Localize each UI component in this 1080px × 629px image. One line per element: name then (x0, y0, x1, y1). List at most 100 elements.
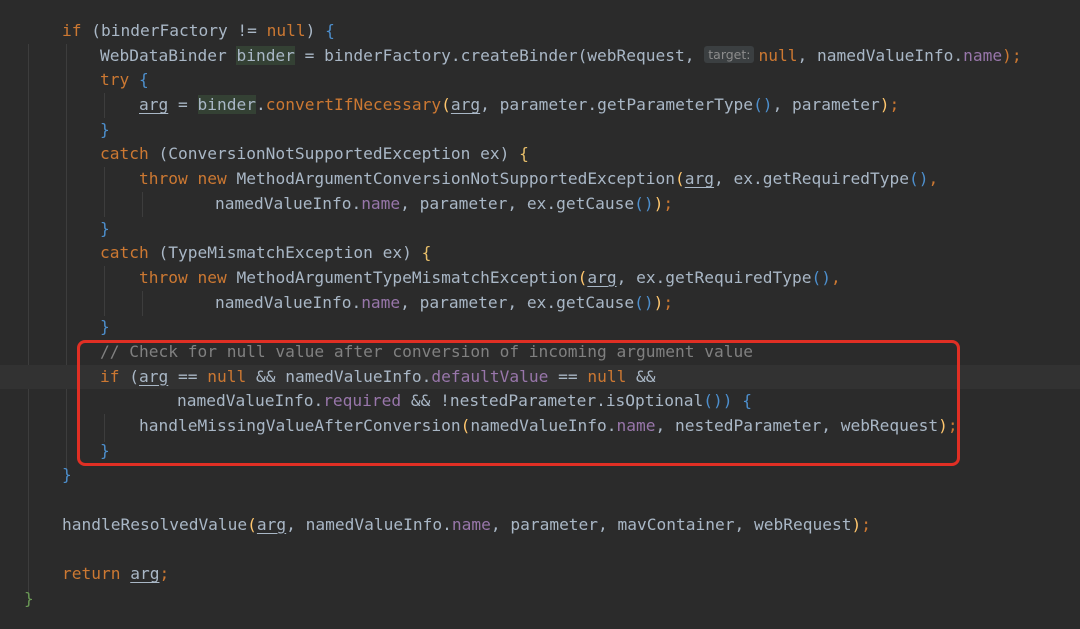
code-token: () (811, 267, 832, 287)
code-lines[interactable]: if (binderFactory != null) {WebDataBinde… (0, 19, 1080, 612)
code-token: null (587, 366, 627, 386)
code-line[interactable]: catch (ConversionNotSupportedException e… (0, 142, 1080, 167)
code-token: (ConversionNotSupportedException ex) (148, 144, 520, 164)
code-token: , nestedParameter, webRequest (655, 416, 939, 435)
code-token: , (928, 169, 939, 189)
code-line[interactable]: arg = binder.convertIfNecessary(arg, par… (0, 93, 1080, 118)
code-token: == (168, 366, 208, 386)
code-token: arg (139, 95, 169, 115)
code-line[interactable]: handleResolvedValue(arg, namedValueInfo.… (0, 513, 1080, 538)
code-token: , namedValueInfo. (797, 45, 964, 65)
code-token: == (548, 366, 588, 386)
code-token: catch (100, 243, 149, 263)
code-line[interactable]: if (arg == null && namedValueInfo.defaul… (0, 364, 1080, 390)
code-token: namedValueInfo. (215, 292, 362, 312)
code-token: arg (587, 267, 617, 287)
code-line[interactable]: handleMissingValueAfterConversion(namedV… (0, 414, 1080, 439)
code-token: return (62, 564, 131, 584)
code-token: } (100, 440, 110, 460)
code-line[interactable]: if (binderFactory != null) { (0, 19, 1080, 44)
code-line[interactable]: } (0, 439, 1080, 464)
code-token: arg (684, 169, 715, 189)
code-token: , namedValueInfo. (286, 514, 452, 534)
code-line[interactable]: WebDataBinder binder = binderFactory.cre… (0, 44, 1080, 69)
code-token: catch (100, 144, 149, 164)
code-token: null (207, 366, 247, 386)
code-line[interactable]: } (0, 118, 1080, 143)
code-token: ( (247, 514, 257, 534)
code-token: { (325, 21, 335, 40)
code-token: () (753, 95, 773, 115)
code-token: convertIfNecessary (265, 95, 442, 115)
code-token: , parameter, ex.getCause (400, 292, 635, 312)
code-token: handleMissingValueAfterConversion (139, 416, 461, 435)
code-token: ( (460, 416, 471, 435)
code-line[interactable]: } (0, 587, 1080, 612)
code-line[interactable] (0, 488, 1080, 513)
code-token: { (139, 70, 149, 90)
code-token: binder (197, 95, 256, 115)
code-token: ; (889, 95, 900, 115)
code-token: } (62, 465, 72, 485)
code-token: name (361, 193, 401, 213)
code-token: () (634, 292, 654, 312)
code-line[interactable]: // Check for null value after conversion… (0, 340, 1080, 365)
code-token: ( (577, 267, 588, 287)
code-line[interactable]: namedValueInfo.required && !nestedParame… (0, 389, 1080, 414)
code-token: ); (1002, 45, 1022, 65)
code-token: if (62, 21, 82, 40)
code-token: name (361, 292, 401, 312)
code-token: namedValueInfo. (470, 416, 617, 435)
code-token: ) (653, 193, 664, 213)
code-token: ; (663, 292, 674, 312)
code-token: ; (947, 416, 958, 435)
code-line[interactable]: } (0, 463, 1080, 488)
code-token: . (255, 95, 266, 115)
code-token: { (421, 243, 432, 263)
code-line[interactable]: try { (0, 68, 1080, 93)
code-token: () (908, 169, 929, 189)
code-token: , ex.getRequiredType (616, 267, 812, 287)
code-token: ) (851, 514, 862, 534)
code-token: , parameter.getParameterType (480, 95, 754, 115)
code-line[interactable]: catch (TypeMismatchException ex) { (0, 241, 1080, 266)
code-token: = binderFactory.createBinder(webRequest, (294, 45, 705, 65)
code-token: MethodArgumentConversionNotSupportedExce… (236, 169, 676, 189)
code-token: , ex.getRequiredType (714, 169, 909, 189)
code-editor[interactable]: if (binderFactory != null) {WebDataBinde… (0, 0, 1080, 629)
code-token: ) (653, 292, 664, 312)
code-token: , parameter (772, 95, 880, 115)
code-token: binder (236, 45, 295, 65)
code-token: arg (450, 95, 481, 115)
code-token: required (323, 391, 402, 411)
code-token: ) (879, 95, 890, 115)
code-token: } (100, 119, 110, 139)
code-token: ; (663, 193, 674, 213)
code-line[interactable]: namedValueInfo.name, parameter, ex.getCa… (0, 192, 1080, 217)
code-line[interactable] (0, 537, 1080, 562)
code-token: (TypeMismatchException ex) (148, 243, 422, 263)
code-token: ; (861, 514, 871, 534)
code-token: ( (675, 169, 685, 189)
code-line[interactable]: } (0, 217, 1080, 242)
code-token: name (616, 416, 656, 435)
code-token: } (100, 218, 110, 238)
code-token: arg (130, 564, 160, 584)
code-token: WebDataBinder (100, 45, 237, 65)
code-token: && (626, 366, 656, 386)
code-token: arg (256, 514, 287, 534)
code-line[interactable]: throw new MethodArgumentTypeMismatchExce… (0, 266, 1080, 291)
code-line[interactable]: namedValueInfo.name, parameter, ex.getCa… (0, 291, 1080, 316)
code-line[interactable]: } (0, 315, 1080, 340)
code-line[interactable]: throw new MethodArgumentConversionNotSup… (0, 167, 1080, 192)
code-token: name (451, 514, 491, 534)
code-token: (binderFactory != (81, 21, 267, 40)
code-token: namedValueInfo. (215, 193, 362, 213)
code-token: , (831, 267, 841, 287)
code-line[interactable]: return arg; (0, 562, 1080, 587)
code-token: } (100, 317, 110, 337)
code-token: null (758, 45, 798, 65)
code-token: , parameter, ex.getCause (400, 193, 635, 213)
